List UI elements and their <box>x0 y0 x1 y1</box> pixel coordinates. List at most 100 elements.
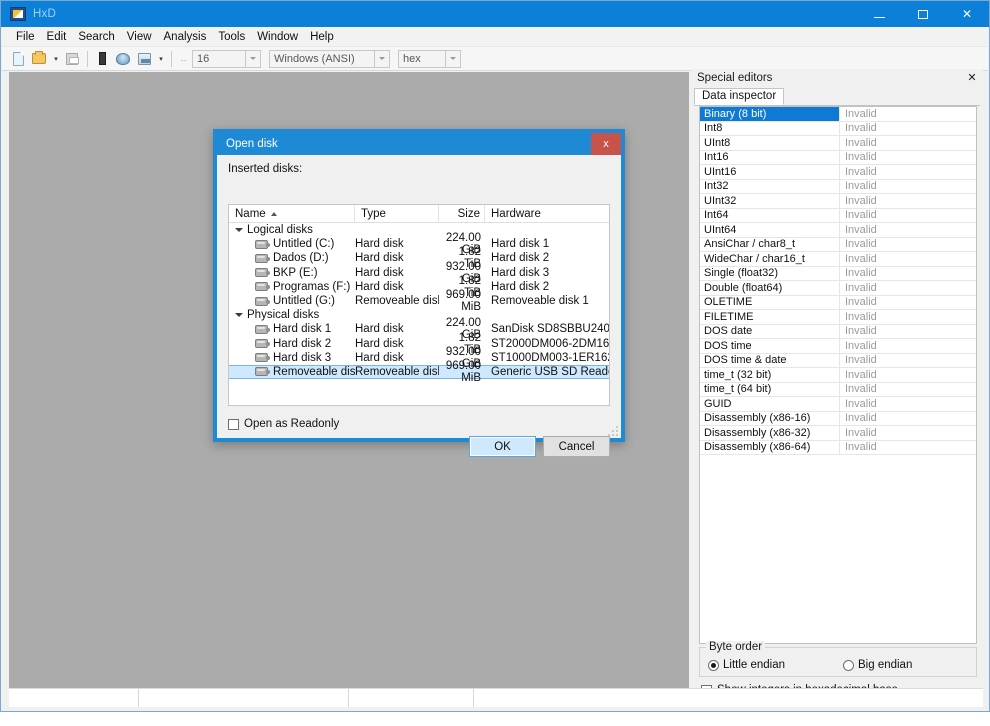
disk-group-row[interactable]: Logical disks <box>229 223 609 237</box>
disk-row[interactable]: Untitled (G:)Removeable disk969.00 MiBRe… <box>229 294 609 308</box>
data-inspector-value[interactable]: Invalid <box>840 238 976 252</box>
column-header-name[interactable]: Name <box>229 205 355 223</box>
data-inspector-value[interactable]: Invalid <box>840 441 976 455</box>
close-icon[interactable]: ✕ <box>966 70 978 84</box>
chevron-down-icon[interactable] <box>233 313 245 317</box>
chevron-down-icon[interactable] <box>233 228 245 232</box>
data-inspector-row[interactable]: time_t (32 bit)Invalid <box>700 368 976 383</box>
close-button[interactable]: ✕ <box>945 1 989 27</box>
menu-item-view[interactable]: View <box>121 29 158 45</box>
data-inspector-row[interactable]: UInt32Invalid <box>700 194 976 209</box>
open-file-dropdown-button[interactable]: ▾ <box>50 49 62 69</box>
open-file-button[interactable] <box>29 49 49 69</box>
data-inspector-value[interactable]: Invalid <box>840 223 976 237</box>
data-inspector-value[interactable]: Invalid <box>840 194 976 208</box>
data-inspector-row[interactable]: Int64Invalid <box>700 209 976 224</box>
data-inspector-value[interactable]: Invalid <box>840 397 976 411</box>
data-inspector-value[interactable]: Invalid <box>840 267 976 281</box>
data-inspector-row[interactable]: time_t (64 bit)Invalid <box>700 383 976 398</box>
radio-little-endian[interactable]: Little endian <box>708 659 785 671</box>
data-inspector-value[interactable]: Invalid <box>840 296 976 310</box>
open-disk-image-button[interactable] <box>134 49 154 69</box>
data-inspector-row[interactable]: Int32Invalid <box>700 180 976 195</box>
open-disk-dropdown-button[interactable]: ▾ <box>155 49 167 69</box>
number-base-dropdown[interactable] <box>446 50 461 68</box>
menu-item-file[interactable]: File <box>10 29 41 45</box>
ok-button[interactable]: OK <box>469 436 536 457</box>
data-inspector-value[interactable]: Invalid <box>840 107 976 121</box>
data-inspector-row[interactable]: AnsiChar / char8_tInvalid <box>700 238 976 253</box>
data-inspector-row[interactable]: WideChar / char16_tInvalid <box>700 252 976 267</box>
data-inspector-row[interactable]: UInt64Invalid <box>700 223 976 238</box>
data-inspector-value[interactable]: Invalid <box>840 122 976 136</box>
new-document-button[interactable] <box>8 49 28 69</box>
data-inspector-value[interactable]: Invalid <box>840 426 976 440</box>
stepper-icon[interactable]: ↔ <box>176 52 192 66</box>
data-inspector-row[interactable]: UInt8Invalid <box>700 136 976 151</box>
disk-list[interactable]: Name Type Size Hardware Logical disksUnt… <box>228 204 610 406</box>
tab-data-inspector[interactable]: Data inspector <box>694 88 784 105</box>
data-inspector-value[interactable]: Invalid <box>840 136 976 150</box>
data-inspector-value[interactable]: Invalid <box>840 354 976 368</box>
data-inspector-row[interactable]: Disassembly (x86-16)Invalid <box>700 412 976 427</box>
data-inspector-value[interactable]: Invalid <box>840 325 976 339</box>
disk-row[interactable]: Programas (F:)Hard disk1.82 TiBHard disk… <box>229 280 609 294</box>
data-inspector-value[interactable]: Invalid <box>840 339 976 353</box>
data-inspector-row[interactable]: Disassembly (x86-32)Invalid <box>700 426 976 441</box>
data-inspector-row[interactable]: Disassembly (x86-64)Invalid <box>700 441 976 456</box>
data-inspector-row[interactable]: OLETIMEInvalid <box>700 296 976 311</box>
data-inspector-row[interactable]: Binary (8 bit)Invalid <box>700 107 976 122</box>
disk-row[interactable]: BKP (E:)Hard disk932.00 GiBHard disk 3 <box>229 266 609 280</box>
disk-row[interactable]: Hard disk 2Hard disk1.82 TiBST2000DM006-… <box>229 337 609 351</box>
data-inspector-value[interactable]: Invalid <box>840 252 976 266</box>
resize-grip-icon[interactable] <box>608 426 618 436</box>
data-inspector-value[interactable]: Invalid <box>840 165 976 179</box>
menu-item-search[interactable]: Search <box>72 29 120 45</box>
data-inspector-value[interactable]: Invalid <box>840 209 976 223</box>
minimize-button[interactable] <box>857 1 901 27</box>
data-inspector-value[interactable]: Invalid <box>840 383 976 397</box>
menu-item-tools[interactable]: Tools <box>212 29 251 45</box>
open-disk-button[interactable] <box>113 49 133 69</box>
data-inspector-row[interactable]: Single (float32)Invalid <box>700 267 976 282</box>
open-ram-button[interactable] <box>92 49 112 69</box>
bytes-per-row-input[interactable]: 16 <box>192 50 246 68</box>
cancel-button[interactable]: Cancel <box>543 436 610 457</box>
data-inspector-row[interactable]: GUIDInvalid <box>700 397 976 412</box>
menu-item-analysis[interactable]: Analysis <box>158 29 213 45</box>
data-inspector-value[interactable]: Invalid <box>840 310 976 324</box>
column-header-type[interactable]: Type <box>355 205 439 223</box>
number-base-select[interactable]: hex <box>398 50 446 68</box>
data-inspector-row[interactable]: Int8Invalid <box>700 122 976 137</box>
disk-row[interactable]: Hard disk 3Hard disk932.00 GiBST1000DM00… <box>229 351 609 365</box>
bytes-per-row-dropdown[interactable] <box>246 50 261 68</box>
encoding-dropdown[interactable] <box>375 50 390 68</box>
data-inspector-table[interactable]: Binary (8 bit)InvalidInt8InvalidUInt8Inv… <box>699 106 977 644</box>
data-inspector-value[interactable]: Invalid <box>840 151 976 165</box>
data-inspector-row[interactable]: DOS time & dateInvalid <box>700 354 976 369</box>
disk-row[interactable]: Untitled (C:)Hard disk224.00 GiBHard dis… <box>229 237 609 251</box>
column-header-hardware[interactable]: Hardware <box>485 205 609 223</box>
radio-big-endian[interactable]: Big endian <box>843 659 912 671</box>
data-inspector-value[interactable]: Invalid <box>840 368 976 382</box>
data-inspector-value[interactable]: Invalid <box>840 281 976 295</box>
menu-item-window[interactable]: Window <box>251 29 304 45</box>
menu-item-help[interactable]: Help <box>304 29 340 45</box>
disk-row[interactable]: Removeable disk 1Removeable disk969.00 M… <box>229 365 609 379</box>
data-inspector-row[interactable]: Double (float64)Invalid <box>700 281 976 296</box>
disk-group-row[interactable]: Physical disks <box>229 308 609 322</box>
disk-row[interactable]: Dados (D:)Hard disk1.82 TiBHard disk 2 <box>229 251 609 265</box>
menu-item-edit[interactable]: Edit <box>41 29 73 45</box>
data-inspector-value[interactable]: Invalid <box>840 180 976 194</box>
data-inspector-row[interactable]: DOS timeInvalid <box>700 339 976 354</box>
data-inspector-row[interactable]: UInt16Invalid <box>700 165 976 180</box>
encoding-select[interactable]: Windows (ANSI) <box>269 50 375 68</box>
maximize-button[interactable] <box>901 1 945 27</box>
column-header-size[interactable]: Size <box>439 205 485 223</box>
disk-row[interactable]: Hard disk 1Hard disk224.00 GiBSanDisk SD… <box>229 322 609 336</box>
data-inspector-row[interactable]: Int16Invalid <box>700 151 976 166</box>
dialog-close-button[interactable]: x <box>591 133 621 155</box>
open-as-readonly-checkbox[interactable]: Open as Readonly <box>228 418 339 430</box>
data-inspector-row[interactable]: FILETIMEInvalid <box>700 310 976 325</box>
data-inspector-row[interactable]: DOS dateInvalid <box>700 325 976 340</box>
